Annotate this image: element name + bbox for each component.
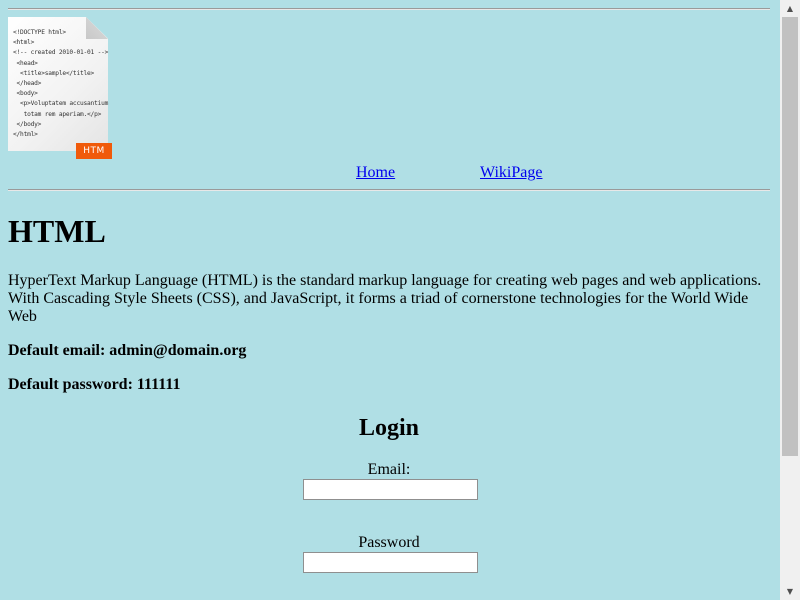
password-field[interactable] — [303, 552, 478, 573]
nav-link-home[interactable]: Home — [356, 164, 395, 182]
top-nav: Home WikiPage — [8, 164, 770, 184]
html-file-icon: <!DOCTYPE html> <html> <!-- created 2010… — [8, 17, 112, 159]
page-description: HyperText Markup Language (HTML) is the … — [8, 272, 762, 325]
password-label: Password — [358, 534, 420, 551]
logo-badge: HTM — [76, 143, 112, 159]
login-heading: Login — [358, 415, 420, 441]
scroll-up-arrow-icon[interactable]: ▲ — [780, 0, 800, 17]
page-title: HTML — [8, 213, 106, 249]
nav-link-wikipage[interactable]: WikiPage — [480, 164, 542, 182]
vertical-scrollbar[interactable]: ▲ ▼ — [780, 0, 800, 600]
nav-divider — [8, 189, 770, 191]
email-label: Email: — [367, 461, 411, 478]
scroll-down-arrow-icon[interactable]: ▼ — [780, 583, 800, 600]
default-email-text: Default email: admin@domain.org — [8, 342, 247, 359]
email-field[interactable] — [303, 479, 478, 500]
logo-code: <!DOCTYPE html> <html> <!-- created 2010… — [13, 29, 109, 139]
top-divider — [8, 8, 770, 10]
default-password-text: Default password: 111111 — [8, 376, 181, 393]
scroll-thumb[interactable] — [782, 17, 798, 456]
